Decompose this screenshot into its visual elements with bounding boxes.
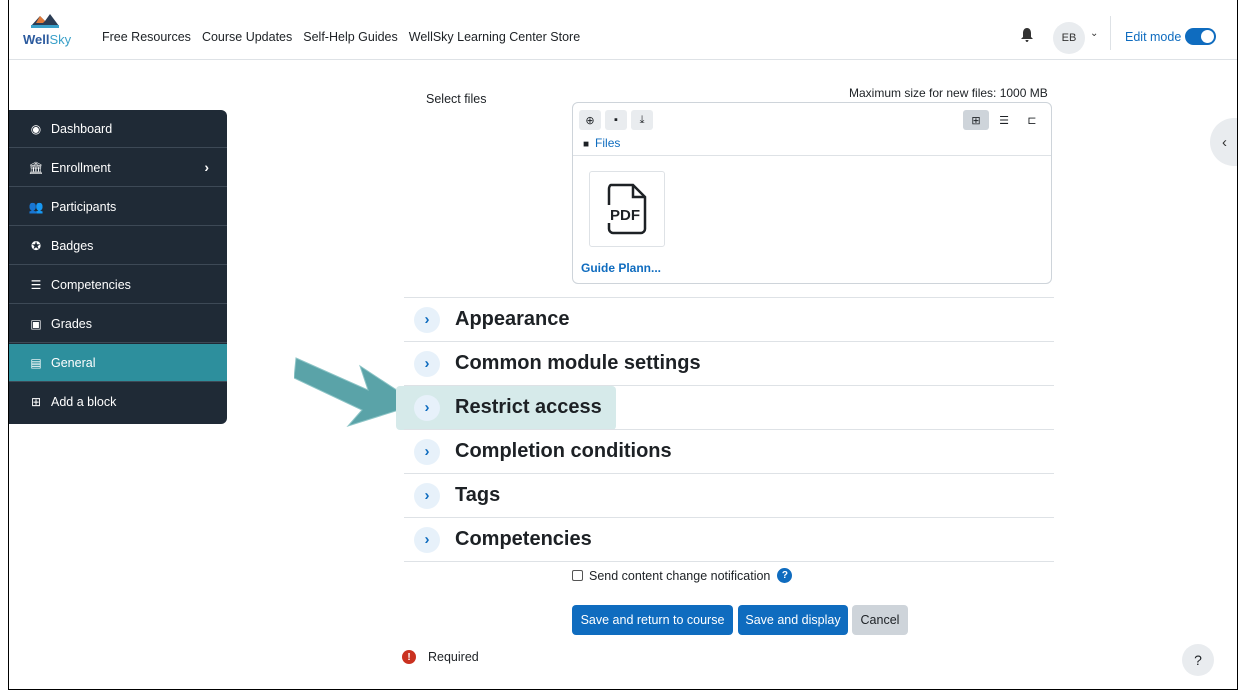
download-button[interactable]: ⤓ bbox=[631, 110, 653, 130]
tree-icon: ⊏ bbox=[1027, 114, 1037, 127]
users-icon: 👥 bbox=[28, 199, 44, 214]
pdf-file-thumbnail[interactable]: PDF bbox=[589, 171, 665, 247]
open-block-drawer-button[interactable]: ‹ bbox=[1210, 118, 1237, 166]
mountain-icon bbox=[31, 14, 59, 28]
download-icon: ⤓ bbox=[639, 113, 645, 126]
clipboard-icon: ▣ bbox=[30, 316, 42, 331]
required-label: Required bbox=[428, 650, 479, 664]
nav-link-learning-store[interactable]: WellSky Learning Center Store bbox=[409, 30, 580, 44]
sidebar-item-competencies[interactable]: ☰ Competencies bbox=[9, 266, 227, 304]
sidebar-item-label: Add a block bbox=[51, 395, 117, 409]
view-switcher: ⊞ ☰ ⊏ bbox=[963, 110, 1045, 130]
sidebar-item-add-block[interactable]: ⊞ Add a block bbox=[9, 383, 227, 421]
section-title: Common module settings bbox=[455, 352, 701, 374]
wellsky-logo[interactable]: WellSky bbox=[23, 12, 73, 50]
dashboard-icon: ◉ bbox=[30, 121, 42, 136]
top-navbar: WellSky Free Resources Course Updates Se… bbox=[9, 0, 1237, 60]
file-manager: ⊕ ▪ ⤓ ⊞ ☰ ⊏ ■ Files PDF Guide Plann... bbox=[572, 102, 1052, 284]
sidebar-item-dashboard[interactable]: ◉ Dashboard bbox=[9, 110, 227, 148]
save-return-button[interactable]: Save and return to course bbox=[572, 605, 733, 635]
nav-link-free-resources[interactable]: Free Resources bbox=[102, 30, 191, 44]
file-manager-toolbar: ⊕ ▪ ⤓ bbox=[579, 110, 653, 130]
page-frame: WellSky Free Resources Course Updates Se… bbox=[8, 0, 1238, 690]
icon-view-button[interactable]: ⊞ bbox=[963, 110, 989, 130]
sidebar-item-badges[interactable]: ✪ Badges bbox=[9, 227, 227, 265]
sidebar-item-label: Grades bbox=[51, 316, 92, 331]
plus-square-icon: ⊞ bbox=[30, 395, 42, 409]
sidebar-item-enrollment[interactable]: 🏛 Enrollment › bbox=[9, 149, 227, 187]
plus-circle-icon: ⊕ bbox=[585, 114, 595, 127]
section-common-module-settings[interactable]: › Common module settings bbox=[404, 341, 1054, 385]
chevron-left-icon: ‹ bbox=[1222, 133, 1227, 151]
sections-divider bbox=[404, 561, 1054, 562]
form-sections: › Appearance › Common module settings › … bbox=[396, 297, 1054, 562]
chevron-right-icon[interactable]: › bbox=[414, 438, 440, 465]
file-manager-divider bbox=[573, 155, 1051, 156]
edit-mode-label: Edit mode bbox=[1125, 30, 1182, 44]
section-restrict-access[interactable]: › Restrict access bbox=[396, 385, 1054, 430]
create-folder-button[interactable]: ▪ bbox=[605, 110, 627, 130]
list-icon: ☰ bbox=[999, 114, 1009, 127]
select-files-label: Select files bbox=[426, 92, 487, 106]
folder-plus-icon: ▪ bbox=[614, 114, 618, 126]
nav-link-self-help-guides[interactable]: Self-Help Guides bbox=[303, 30, 398, 44]
sidebar-item-label: Participants bbox=[51, 199, 117, 214]
save-display-button[interactable]: Save and display bbox=[738, 605, 848, 635]
sidebar-item-label: Badges bbox=[51, 238, 94, 253]
sidebar-item-label: Competencies bbox=[51, 277, 131, 292]
sidebar-item-label: General bbox=[51, 355, 96, 370]
file-breadcrumb[interactable]: ■ Files bbox=[583, 136, 620, 150]
add-file-button[interactable]: ⊕ bbox=[579, 110, 601, 130]
grid-icon: ⊞ bbox=[971, 114, 981, 127]
chevron-right-icon[interactable]: › bbox=[414, 350, 440, 377]
notifications-bell-icon[interactable] bbox=[1021, 28, 1033, 45]
notification-label[interactable]: Send content change notification bbox=[589, 569, 770, 583]
institution-icon: 🏛 bbox=[28, 160, 44, 175]
list-check-icon: ☰ bbox=[30, 277, 42, 292]
sidebar-item-participants[interactable]: 👥 Participants bbox=[9, 188, 227, 226]
section-tags[interactable]: › Tags bbox=[404, 473, 1054, 517]
user-avatar[interactable]: EB bbox=[1053, 22, 1085, 54]
help-icon[interactable]: ? bbox=[777, 568, 793, 583]
list-view-button[interactable]: ☰ bbox=[991, 110, 1017, 130]
help-button[interactable]: ? bbox=[1182, 644, 1214, 676]
chevron-right-icon: › bbox=[204, 159, 209, 175]
file-name-link[interactable]: Guide Plann... bbox=[581, 261, 661, 275]
navbar-divider bbox=[1110, 16, 1111, 50]
required-legend: ! Required bbox=[402, 650, 479, 664]
primary-nav: Free Resources Course Updates Self-Help … bbox=[102, 30, 580, 44]
section-title: Restrict access bbox=[455, 396, 602, 418]
sidebar-item-grades[interactable]: ▣ Grades bbox=[9, 305, 227, 343]
section-title: Competencies bbox=[455, 528, 592, 550]
notification-checkbox[interactable] bbox=[572, 570, 583, 581]
section-completion-conditions[interactable]: › Completion conditions bbox=[404, 429, 1054, 473]
sidebar-item-label: Enrollment bbox=[51, 160, 111, 175]
svg-text:PDF: PDF bbox=[610, 207, 640, 224]
section-appearance[interactable]: › Appearance bbox=[404, 297, 1054, 341]
chevron-right-icon[interactable]: › bbox=[414, 526, 440, 553]
course-index-drawer: ◉ Dashboard 🏛 Enrollment › 👥 Participant… bbox=[9, 110, 227, 424]
chevron-right-icon[interactable]: › bbox=[414, 306, 440, 333]
pdf-file-icon: PDF bbox=[605, 183, 647, 235]
section-competencies[interactable]: › Competencies bbox=[404, 517, 1054, 561]
tree-view-button[interactable]: ⊏ bbox=[1019, 110, 1045, 130]
badge-icon: ✪ bbox=[30, 238, 42, 253]
content-change-notification: Send content change notification ? bbox=[572, 568, 793, 583]
sidebar-item-label: Dashboard bbox=[51, 121, 113, 136]
folder-icon: ■ bbox=[583, 139, 590, 150]
sidebar-item-general[interactable]: ▤ General bbox=[9, 344, 227, 382]
edit-mode-toggle[interactable] bbox=[1185, 28, 1216, 45]
section-title: Completion conditions bbox=[455, 440, 672, 462]
required-icon: ! bbox=[402, 650, 416, 664]
list-icon: ▤ bbox=[30, 355, 42, 370]
section-title: Appearance bbox=[455, 308, 570, 330]
brand-name: WellSky bbox=[23, 32, 72, 47]
chevron-down-icon[interactable]: ⌄ bbox=[1090, 28, 1098, 39]
section-title: Tags bbox=[455, 484, 501, 506]
nav-link-course-updates[interactable]: Course Updates bbox=[202, 30, 292, 44]
max-file-size-text: Maximum size for new files: 1000 MB bbox=[849, 86, 1048, 100]
chevron-right-icon[interactable]: › bbox=[414, 482, 440, 509]
chevron-right-icon[interactable]: › bbox=[414, 394, 440, 421]
cancel-button[interactable]: Cancel bbox=[852, 605, 908, 635]
